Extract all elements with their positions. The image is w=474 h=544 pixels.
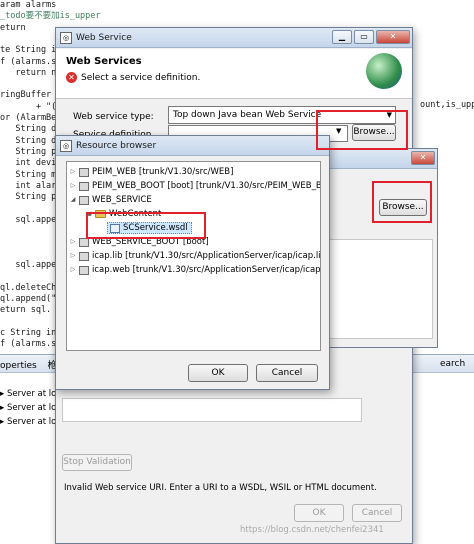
code-line: eturn sql. bbox=[0, 305, 52, 316]
service-type-label: Web service type: bbox=[73, 112, 154, 122]
code-line: String d bbox=[0, 124, 57, 135]
wizard-page-close[interactable]: ✕ bbox=[411, 151, 435, 165]
arrow-right-icon: ▸ bbox=[0, 403, 7, 413]
wizard-page-panel: ✕ Browse... bbox=[320, 148, 438, 348]
tree-item-label: icap.web [trunk/V1.30/src/ApplicationSer… bbox=[92, 265, 321, 275]
code-line: f (alarms.si bbox=[0, 339, 62, 349]
expand-arrow-icon: ▷ bbox=[70, 168, 76, 175]
resource-browser-titlebar: ◎ Resource browser bbox=[56, 136, 329, 156]
arrow-right-icon: ▸ bbox=[0, 417, 7, 427]
code-line: aram alarms bbox=[0, 0, 57, 10]
status-message: Invalid Web service URI. Enter a URI to … bbox=[64, 483, 377, 493]
tree-item-label: icap.lib [trunk/V1.30/src/ApplicationSer… bbox=[92, 251, 321, 261]
close-button[interactable]: ✕ bbox=[376, 30, 410, 44]
expand-arrow-icon: ▷ bbox=[70, 266, 76, 273]
ok-button[interactable]: OK bbox=[294, 504, 344, 522]
server-row-label: Server at lo bbox=[6, 389, 57, 399]
properties-tab[interactable]: operties 枪 bbox=[0, 358, 57, 371]
code-line: sql.appe bbox=[0, 259, 57, 270]
code-line: int alar bbox=[0, 180, 57, 191]
wizard-header: Web Services ✕ Select a service definiti… bbox=[56, 49, 412, 99]
code-line: or (AlarmBea bbox=[0, 113, 62, 123]
resource-browser-dialog: ◎ Resource browser ▷ PEIM_WEB [trunk/V1.3… bbox=[55, 135, 330, 390]
cancel-button[interactable]: Cancel bbox=[352, 504, 402, 522]
annotation-box-browse-page bbox=[372, 181, 432, 223]
code-line: ringBuffer s bbox=[0, 90, 62, 101]
code-line: ql.deleteCh bbox=[0, 282, 57, 293]
code-line: eturn bbox=[0, 22, 26, 33]
code-line: String p bbox=[0, 192, 57, 203]
resource-tree[interactable]: ▷ PEIM_WEB [trunk/V1.30/src/WEB] ▷ PEIM_WE… bbox=[66, 161, 321, 351]
project-icon bbox=[79, 251, 89, 261]
code-fragment-right: ount,is_upper) bbox=[420, 100, 474, 110]
tree-item[interactable]: ◢ WEB_SERVICE bbox=[69, 194, 152, 206]
resource-cancel-button[interactable]: Cancel bbox=[256, 364, 318, 382]
watermark: https://blog.csdn.net/chenfei2341 bbox=[240, 525, 384, 535]
properties-tab-label: operties bbox=[0, 361, 37, 371]
eclipse-icon: ◎ bbox=[60, 139, 72, 152]
annotation-box-browse-top bbox=[316, 110, 408, 150]
error-icon: ✕ bbox=[66, 72, 77, 83]
code-line: String p bbox=[0, 146, 57, 157]
code-line: c String in bbox=[0, 327, 57, 338]
tree-item[interactable]: ▷ icap.web [trunk/V1.30/src/ApplicationSe… bbox=[69, 264, 321, 276]
validation-area bbox=[62, 398, 362, 422]
code-line: _todo要不要加is_upper bbox=[0, 11, 101, 22]
resource-ok-button[interactable]: OK bbox=[188, 364, 248, 382]
code-line: return nu bbox=[0, 67, 62, 78]
tree-item-label: PEIM_WEB_BOOT [boot] [trunk/V1.30/src/PE… bbox=[92, 181, 321, 191]
tree-item[interactable]: ▷ PEIM_WEB_BOOT [boot] [trunk/V1.30/src/P… bbox=[69, 180, 321, 192]
globe-icon bbox=[366, 53, 402, 89]
collapse-arrow-icon: ◢ bbox=[70, 196, 76, 203]
arrow-right-icon: ▸ bbox=[0, 389, 7, 399]
code-line: String m bbox=[0, 169, 57, 180]
server-row-label: Server at lo bbox=[6, 403, 57, 413]
code-line: int devi bbox=[0, 158, 57, 169]
project-icon bbox=[79, 195, 89, 205]
resource-browser-title: Resource browser bbox=[76, 140, 157, 151]
maximize-button[interactable]: ▭ bbox=[354, 30, 374, 44]
server-row[interactable]: ▸ Server at lo bbox=[0, 417, 56, 427]
minimize-button[interactable]: ▁ bbox=[332, 30, 352, 44]
expand-arrow-icon: ▷ bbox=[70, 238, 76, 245]
tree-item[interactable]: ▷ icap.lib [trunk/V1.30/src/ApplicationSe… bbox=[69, 250, 321, 262]
code-line: sql.appe bbox=[0, 214, 57, 225]
service-type-value: Top down Java bean Web Service bbox=[173, 110, 322, 120]
expand-arrow-icon: ▷ bbox=[70, 252, 76, 259]
stop-validation-button[interactable]: Stop Validation bbox=[62, 454, 132, 471]
eclipse-icon: ◎ bbox=[60, 31, 72, 44]
code-line: ql.append(" bbox=[0, 293, 57, 304]
project-icon bbox=[79, 265, 89, 275]
tree-item[interactable]: ▷ PEIM_WEB [trunk/V1.30/src/WEB] bbox=[69, 166, 234, 178]
code-line: String d bbox=[0, 135, 57, 146]
project-icon bbox=[79, 181, 89, 191]
server-row[interactable]: ▸ Server at lo bbox=[0, 389, 56, 399]
header-title: Web Services bbox=[66, 56, 142, 67]
header-message: Select a service definition. bbox=[81, 73, 201, 83]
server-row-label: Server at lo bbox=[6, 417, 57, 427]
project-icon bbox=[79, 167, 89, 177]
web-service-title: Web Service bbox=[76, 32, 132, 43]
annotation-box-wsdl bbox=[86, 212, 206, 239]
tree-item-label: WEB_SERVICE bbox=[92, 195, 152, 205]
page-content bbox=[325, 239, 433, 339]
tree-item-label: PEIM_WEB [trunk/V1.30/src/WEB] bbox=[92, 167, 234, 177]
expand-arrow-icon: ▷ bbox=[70, 182, 76, 189]
server-row[interactable]: ▸ Server at lo bbox=[0, 403, 56, 413]
search-tab[interactable]: earch bbox=[440, 359, 465, 369]
code-line: f (alarms.si bbox=[0, 56, 62, 67]
code-line: te String in bbox=[0, 45, 62, 56]
